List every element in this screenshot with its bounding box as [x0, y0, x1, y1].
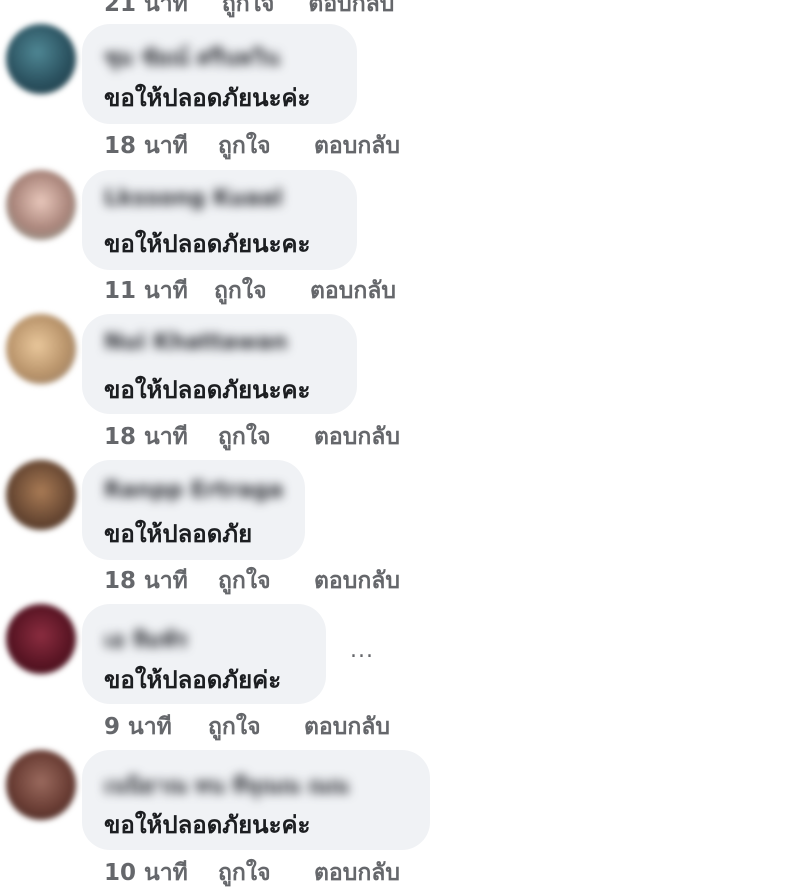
previous-comment-actions: 21 นาที ถูกใจ ตอบกลับ	[104, 0, 394, 22]
comment-author[interactable]: เนนิยาณ ทน ทีจุณณ ณณ	[104, 768, 349, 799]
comment-author[interactable]: Nui Khattawan	[104, 330, 288, 355]
like-button[interactable]: ถูกใจ	[214, 273, 267, 309]
comment-text: ขอให้ปลอดภัยค่ะ	[104, 666, 282, 694]
comment-time: 21 นาที	[104, 0, 188, 17]
comment-author[interactable]: เอ หิมพัร	[104, 622, 188, 653]
reply-button[interactable]: ตอบกลับ	[314, 128, 400, 164]
avatar[interactable]	[6, 314, 76, 384]
like-button[interactable]: ถูกใจ	[218, 128, 271, 164]
comment-time[interactable]: 18 นาที	[104, 128, 188, 164]
reply-button[interactable]: ตอบกลับ	[308, 0, 394, 22]
reply-button[interactable]: ตอบกลับ	[310, 273, 396, 309]
avatar[interactable]	[6, 170, 76, 240]
comment-text: ขอให้ปลอดภัยนะค่ะ	[104, 811, 311, 839]
comment-time[interactable]: 11 นาที	[104, 273, 188, 309]
comment-author[interactable]: Lkssong Kuaal	[104, 186, 283, 211]
comment-text: ขอให้ปลอดภัยนะค่ะ	[104, 84, 311, 112]
like-button[interactable]: ถูกใจ	[218, 419, 271, 455]
avatar[interactable]	[6, 604, 76, 674]
comment-text: ขอให้ปลอดภัยนะคะ	[104, 376, 311, 404]
comment-time[interactable]: 18 นาที	[104, 419, 188, 455]
avatar[interactable]	[6, 750, 76, 820]
more-options-button[interactable]: ...	[350, 638, 374, 663]
avatar[interactable]	[6, 24, 76, 94]
reply-button[interactable]: ตอบกลับ	[314, 855, 400, 891]
reply-button[interactable]: ตอบกลับ	[304, 709, 390, 745]
comment-text: ขอให้ปลอดภัยนะคะ	[104, 230, 311, 258]
avatar[interactable]	[6, 460, 76, 530]
comment-author[interactable]: ชุม ชัยณ์ ศรีนพวิน	[104, 40, 280, 71]
comment-text: ขอให้ปลอดภัย	[104, 520, 253, 548]
reply-button[interactable]: ตอบกลับ	[314, 563, 400, 599]
comment-author[interactable]: Ranpp Ertraga	[104, 478, 283, 503]
comment-time[interactable]: 18 นาที	[104, 563, 188, 599]
comment-time[interactable]: 10 นาที	[104, 855, 188, 891]
like-button[interactable]: ถูกใจ	[222, 0, 275, 22]
like-button[interactable]: ถูกใจ	[218, 563, 271, 599]
like-button[interactable]: ถูกใจ	[218, 855, 271, 891]
reply-button[interactable]: ตอบกลับ	[314, 419, 400, 455]
like-button[interactable]: ถูกใจ	[208, 709, 261, 745]
comment-time[interactable]: 9 นาที	[104, 709, 172, 745]
